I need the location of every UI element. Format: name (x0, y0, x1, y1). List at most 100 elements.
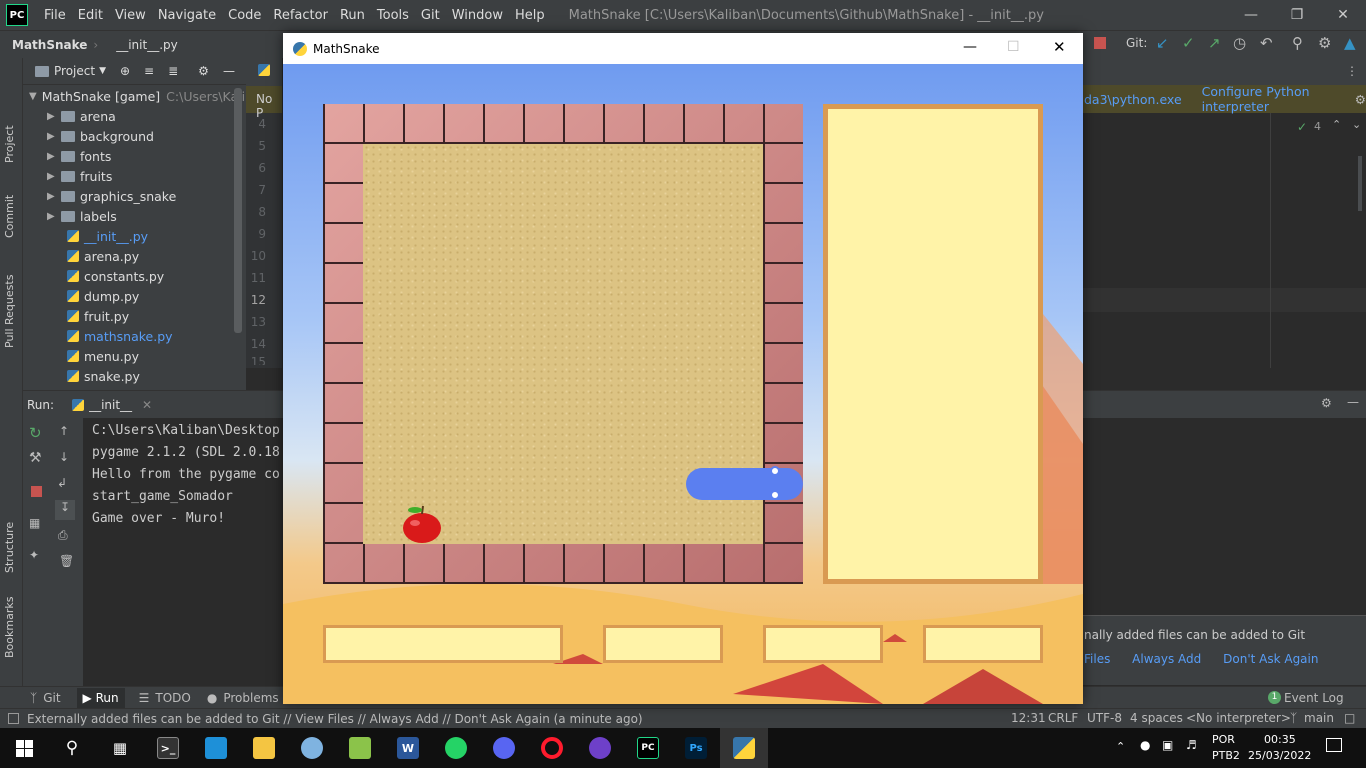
soft-wrap-icon[interactable]: ↲ (57, 476, 67, 490)
microphone-icon[interactable]: ● (1140, 738, 1150, 752)
tab-pull-requests[interactable]: Pull Requests (3, 275, 16, 348)
answer-box-4[interactable] (923, 625, 1043, 663)
pycharm-app-icon[interactable]: PC (624, 728, 672, 768)
menu-refactor[interactable]: Refactor (267, 8, 334, 23)
answer-box-3[interactable] (763, 625, 883, 663)
minimize-icon[interactable]: — (1228, 0, 1274, 30)
tree-scrollbar[interactable] (234, 88, 242, 333)
project-panel-title[interactable]: Project (54, 64, 95, 78)
close-icon[interactable]: ✕ (1053, 38, 1066, 56)
run-console[interactable]: C:\Users\Kaliban\Desktop pygame 2.1.2 (S… (83, 418, 283, 686)
menu-file[interactable]: File (38, 8, 72, 23)
dont-ask-again-link[interactable]: Don't Ask Again (1223, 652, 1318, 666)
task-view-icon[interactable]: ▦ (96, 728, 144, 768)
indent-setting[interactable]: 4 spaces (1130, 711, 1183, 725)
menu-view[interactable]: View (109, 8, 152, 23)
menu-code[interactable]: Code (222, 8, 267, 23)
tab-commit[interactable]: Commit (3, 195, 16, 238)
breadcrumb-file[interactable]: __init__.py (116, 38, 178, 52)
run-config-tab[interactable]: __init__ (89, 398, 132, 412)
tree-file-menu[interactable]: menu.py (23, 346, 246, 366)
tree-folder-fruits[interactable]: ▶ fruits (23, 166, 246, 186)
gear-icon[interactable]: ⚙ (1321, 396, 1332, 410)
tree-file-mathsnake[interactable]: mathsnake.py (23, 326, 246, 346)
minimize-icon[interactable]: — (963, 39, 977, 55)
answer-box-2[interactable] (603, 625, 723, 663)
tab-structure[interactable]: Structure (3, 522, 16, 573)
game-canvas[interactable] (283, 64, 1083, 704)
photoshop-app-icon[interactable]: Ps (672, 728, 720, 768)
hide-icon[interactable]: — (1347, 395, 1359, 409)
rerun-icon[interactable]: ↻ (29, 424, 42, 442)
chevron-up-icon[interactable]: ⌃ (1116, 740, 1125, 753)
clock-time[interactable]: 00:35 (1264, 733, 1296, 746)
tree-file-snake[interactable]: snake.py (23, 366, 246, 386)
volume-icon[interactable]: ♬ (1186, 738, 1197, 752)
wrench-icon[interactable]: ⚒ (29, 450, 42, 466)
history-icon[interactable]: ◷ (1233, 34, 1246, 52)
caret-right-icon[interactable]: ▶ (47, 211, 61, 222)
close-icon[interactable]: ✕ (1320, 0, 1366, 30)
gear-icon[interactable]: ⚙ (198, 64, 209, 78)
caret-right-icon[interactable]: ▶ (47, 131, 61, 142)
pin-icon[interactable]: ✦ (29, 548, 39, 562)
prev-highlight-icon[interactable]: ⌃ (1332, 118, 1341, 131)
breadcrumb-project[interactable]: MathSnake (12, 38, 87, 52)
maximize-icon[interactable]: ☐ (1007, 39, 1020, 55)
tree-folder-background[interactable]: ▶ background (23, 126, 246, 146)
notifications-icon[interactable] (1326, 738, 1342, 752)
lock-icon[interactable]: □ (1344, 711, 1355, 725)
status-layout-icon[interactable] (8, 713, 19, 724)
tab-bookmarks[interactable]: Bookmarks (3, 597, 16, 658)
editor-scrollbar[interactable] (1358, 156, 1362, 211)
next-highlight-icon[interactable]: ⌄ (1352, 118, 1361, 131)
answer-box-1[interactable] (323, 625, 563, 663)
tree-folder-labels[interactable]: ▶ labels (23, 206, 246, 226)
collapse-all-icon[interactable]: ≣ (168, 64, 178, 78)
interpreter-path-link[interactable]: da3\python.exe (1084, 92, 1182, 107)
keyboard-layout[interactable]: PTB2 (1212, 749, 1240, 762)
paint-app-icon[interactable] (288, 728, 336, 768)
hide-icon[interactable]: — (223, 64, 235, 78)
line-separator[interactable]: CRLF (1048, 711, 1078, 725)
gear-icon[interactable]: ⚙ (1355, 92, 1366, 107)
chevron-down-icon[interactable]: ▼ (99, 66, 106, 76)
git-push-icon[interactable]: ↗ (1208, 34, 1221, 52)
expand-all-icon[interactable]: ≡ (144, 64, 154, 78)
network-icon[interactable]: ▣ (1162, 738, 1173, 752)
close-tab-icon[interactable]: ✕ (142, 398, 152, 412)
print-icon[interactable]: ⎙ (58, 528, 68, 543)
menu-tools[interactable]: Tools (371, 8, 415, 23)
tab-project[interactable]: Project (3, 125, 16, 163)
rollback-icon[interactable]: ↶ (1260, 34, 1273, 52)
more-tabs-icon[interactable]: ⋮ (1346, 64, 1358, 78)
caret-right-icon[interactable]: ▶ (47, 191, 61, 202)
tab-git[interactable]: Git (43, 691, 60, 705)
search-icon[interactable]: ⚲ (1292, 34, 1303, 52)
tab-run[interactable]: ▶ Run (76, 687, 125, 708)
tree-file-arena[interactable]: arena.py (23, 246, 246, 266)
github-app-icon[interactable] (576, 728, 624, 768)
event-log-tab[interactable]: Event Log (1284, 691, 1344, 705)
notepad-app-icon[interactable] (336, 728, 384, 768)
always-add-link[interactable]: Always Add (1132, 652, 1201, 666)
restore-icon[interactable]: ❐ (1274, 0, 1320, 30)
terminal-app-icon[interactable]: >_ (144, 728, 192, 768)
git-update-icon[interactable]: ↙ (1156, 34, 1169, 52)
menu-window[interactable]: Window (446, 8, 509, 23)
word-app-icon[interactable]: W (384, 728, 432, 768)
caret-down-icon[interactable]: ▼ (29, 91, 37, 102)
search-icon[interactable]: ⚲ (48, 728, 96, 768)
tree-file-dump[interactable]: dump.py (23, 286, 246, 306)
tree-folder-graphics-snake[interactable]: ▶ graphics_snake (23, 186, 246, 206)
caret-right-icon[interactable]: ▶ (47, 151, 61, 162)
git-branch[interactable]: main (1304, 711, 1334, 725)
caret-right-icon[interactable]: ▶ (47, 171, 61, 182)
locate-icon[interactable]: ⊕ (120, 64, 130, 78)
tree-folder-arena[interactable]: ▶ arena (23, 106, 246, 126)
menu-help[interactable]: Help (509, 8, 551, 23)
tree-folder-fonts[interactable]: ▶ fonts (23, 146, 246, 166)
git-commit-icon[interactable]: ✓ (1182, 34, 1195, 52)
menu-run[interactable]: Run (334, 8, 371, 23)
opera-app-icon[interactable] (528, 728, 576, 768)
